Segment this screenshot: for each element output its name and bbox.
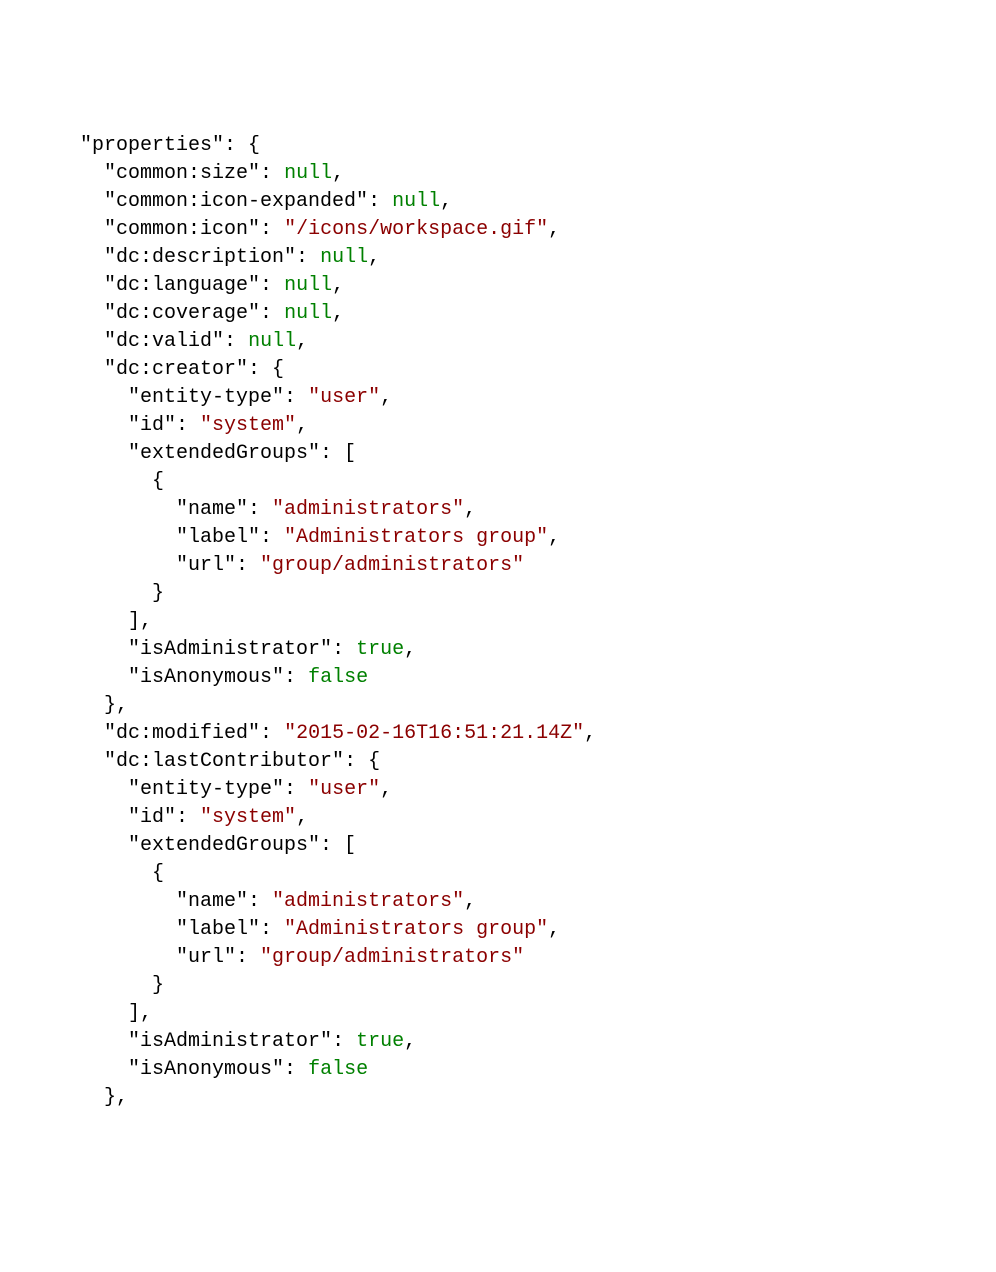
json-code-block: "properties": { "common:size": null, "co… (80, 132, 996, 1112)
